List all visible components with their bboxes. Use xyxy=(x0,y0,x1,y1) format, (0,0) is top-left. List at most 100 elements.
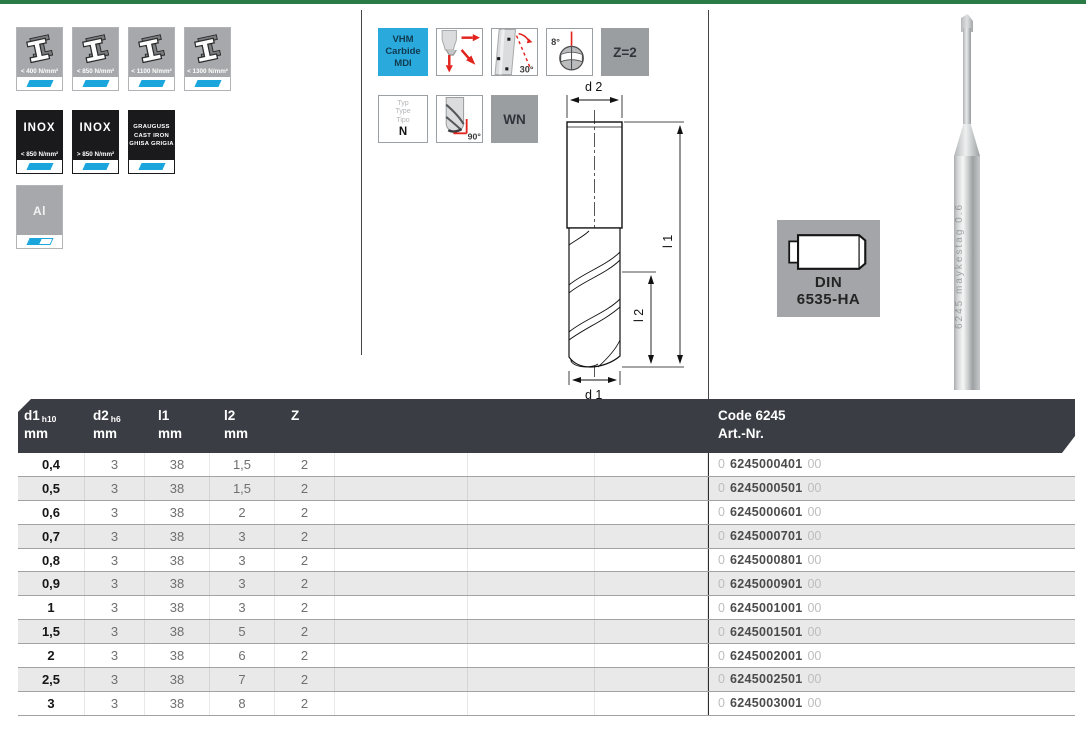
cast-iron-label-de: GRAUGUSS xyxy=(129,124,174,130)
code-prefix: 0 xyxy=(718,553,725,567)
cell-spacer xyxy=(335,572,468,595)
cell-d1: 0,4 xyxy=(18,453,85,476)
tool-photo-neck xyxy=(963,28,971,124)
cell-l2: 3 xyxy=(210,549,275,572)
cell-l1: 38 xyxy=(145,501,210,524)
cell-d1: 2,5 xyxy=(18,668,85,691)
code-prefix: 0 xyxy=(718,505,725,519)
cell-d2: 3 xyxy=(85,453,145,476)
cell-spacer xyxy=(595,572,708,595)
inox-title: INOX xyxy=(73,122,118,149)
catalog-page: < 400 N/mm² < 850 N/mm² xyxy=(0,0,1086,730)
table-row: 0,7 3 38 3 2 0 6245000701 00 xyxy=(18,525,1075,549)
code-suffix: 00 xyxy=(807,577,821,591)
cell-spacer xyxy=(468,477,595,500)
code-suffix: 00 xyxy=(807,625,821,639)
inox-label: > 850 N/mm² xyxy=(73,149,118,160)
table-row: 0,6 3 38 2 2 0 6245000601 00 xyxy=(18,501,1075,525)
type-label-it: Tipo xyxy=(396,117,409,125)
cell-z: 2 xyxy=(275,644,335,667)
tool-engraving: 6245 maykestag 0.6 xyxy=(954,156,980,390)
code-suffix: 00 xyxy=(807,481,821,495)
point-angle-8-icon: 8° xyxy=(546,28,593,76)
cell-d2: 3 xyxy=(85,668,145,691)
code-prefix: 0 xyxy=(718,577,725,591)
cell-l2: 2 xyxy=(210,501,275,524)
cell-l2: 8 xyxy=(210,692,275,715)
cell-l1: 38 xyxy=(145,525,210,548)
code-main: 6245000401 xyxy=(730,457,803,471)
cell-article-number: 0 6245000501 00 xyxy=(708,477,1075,500)
material-badge-inox: INOX > 850 N/mm² xyxy=(72,110,119,174)
ramp-angle-30-icon: 30° xyxy=(491,28,538,76)
cell-spacer xyxy=(595,644,708,667)
cell-l2: 1,5 xyxy=(210,453,275,476)
cell-d1: 2 xyxy=(18,644,85,667)
code-prefix: 0 xyxy=(718,457,725,471)
cell-spacer xyxy=(335,644,468,667)
inox-title: INOX xyxy=(17,122,62,149)
cell-spacer xyxy=(335,596,468,619)
cell-d2: 3 xyxy=(85,692,145,715)
chip-strip xyxy=(17,235,62,248)
material-badge-label: < 400 N/mm² xyxy=(17,66,62,77)
cell-d2: 3 xyxy=(85,596,145,619)
cell-d1: 0,8 xyxy=(18,549,85,572)
table-row: 3 3 38 8 2 0 6245003001 00 xyxy=(18,692,1075,716)
cell-z: 2 xyxy=(275,501,335,524)
cell-spacer xyxy=(335,477,468,500)
cell-z: 2 xyxy=(275,620,335,643)
material-badge-steel: < 1100 N/mm² xyxy=(128,27,175,91)
cell-spacer xyxy=(468,501,595,524)
cell-spacer xyxy=(468,572,595,595)
inox-label: < 850 N/mm² xyxy=(17,149,62,160)
cell-article-number: 0 6245000901 00 xyxy=(708,572,1075,595)
cell-z: 2 xyxy=(275,477,335,500)
cell-spacer xyxy=(468,620,595,643)
material-badge-steel: < 400 N/mm² xyxy=(16,27,63,91)
cell-article-number: 0 6245002501 00 xyxy=(708,668,1075,691)
table-body: 0,4 3 38 1,5 2 0 6245000401 00 0,5 3 38 … xyxy=(18,453,1075,716)
type-value: N xyxy=(399,126,407,138)
cell-l1: 38 xyxy=(145,668,210,691)
chip-strip xyxy=(129,77,174,90)
cell-l1: 38 xyxy=(145,477,210,500)
column-header-d1: d1h10 mm xyxy=(18,399,85,453)
code-main: 6245000501 xyxy=(730,481,803,495)
column-header-l1: l1 mm xyxy=(145,399,210,453)
cell-l2: 5 xyxy=(210,620,275,643)
tool-photo: 6245 maykestag 0.6 xyxy=(930,14,1010,390)
cell-l1: 38 xyxy=(145,453,210,476)
cell-z: 2 xyxy=(275,668,335,691)
vhm-carbide-badge: VHM Carbide MDI xyxy=(378,28,428,76)
material-badge-inox: INOX < 850 N/mm² xyxy=(16,110,63,174)
section-divider-right xyxy=(708,10,709,399)
cell-l1: 38 xyxy=(145,596,210,619)
code-prefix: 0 xyxy=(718,529,725,543)
cast-iron-label-it: GHISA GRIGIA xyxy=(129,141,174,147)
chip-strip xyxy=(185,77,230,90)
material-badge-label: < 850 N/mm² xyxy=(73,66,118,77)
code-suffix: 00 xyxy=(807,529,821,543)
dim-label-d2: d 2 xyxy=(585,80,602,94)
cell-d1: 0,7 xyxy=(18,525,85,548)
cell-l2: 3 xyxy=(210,525,275,548)
flute-count-label: Z=2 xyxy=(613,45,637,60)
cell-l1: 38 xyxy=(145,692,210,715)
code-suffix: 00 xyxy=(807,553,821,567)
cell-article-number: 0 6245000401 00 xyxy=(708,453,1075,476)
code-main: 6245001501 xyxy=(730,625,803,639)
cell-z: 2 xyxy=(275,572,335,595)
aluminium-label: Al xyxy=(17,186,62,235)
cell-spacer xyxy=(595,620,708,643)
cell-z: 2 xyxy=(275,525,335,548)
chip-parallelogram-icon xyxy=(82,163,109,170)
din-norm-label: DIN 6535-HA xyxy=(797,275,861,307)
cell-d1: 3 xyxy=(18,692,85,715)
cell-spacer xyxy=(468,644,595,667)
cell-spacer xyxy=(595,668,708,691)
cast-iron-labels: GRAUGUSS CAST IRON GHISA GRIGIA xyxy=(129,111,174,160)
code-main: 6245000601 xyxy=(730,505,803,519)
ibeam-icon xyxy=(73,28,118,66)
cell-article-number: 0 6245002001 00 xyxy=(708,644,1075,667)
